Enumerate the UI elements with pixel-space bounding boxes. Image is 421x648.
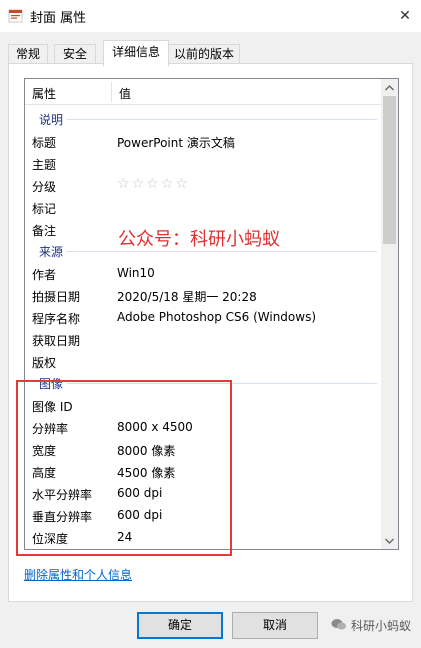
scrollbar-thumb[interactable] bbox=[383, 96, 396, 244]
watermark-text: 公众号：科研小蚂蚁 bbox=[118, 229, 280, 250]
vertical-scrollbar[interactable] bbox=[381, 79, 398, 549]
group-divider bbox=[67, 251, 377, 252]
property-name: 分辨率 bbox=[32, 422, 69, 436]
list-item[interactable]: 获取日期 bbox=[25, 328, 381, 350]
property-name: 标题 bbox=[32, 136, 57, 150]
property-value: 2020/5/18 星期一 20:28 bbox=[117, 290, 257, 304]
list-header: 属性 值 bbox=[25, 79, 381, 105]
header-property[interactable]: 属性 bbox=[32, 85, 56, 102]
property-name: 垂直分辨率 bbox=[32, 510, 93, 524]
list-item[interactable]: 程序名称 Adobe Photoshop CS6 (Windows) bbox=[25, 306, 381, 328]
tab-previous-versions[interactable]: 以前的版本 bbox=[168, 44, 240, 65]
properties-list[interactable]: 属性 值 说明 标题 PowerPoint 演示文稿 主题 分级 ☆☆☆☆☆ 标记 … bbox=[24, 78, 399, 550]
list-item[interactable]: 垂直分辨率 600 dpi bbox=[25, 504, 381, 526]
property-name: 拍摄日期 bbox=[32, 290, 81, 304]
header-value[interactable]: 值 bbox=[119, 85, 131, 102]
cancel-button[interactable]: 取消 bbox=[232, 612, 318, 639]
property-value: Adobe Photoshop CS6 (Windows) bbox=[117, 310, 317, 324]
title-bar: 封面 属性 ✕ bbox=[0, 0, 421, 32]
property-value: PowerPoint 演示文稿 bbox=[117, 136, 235, 150]
property-name: 备注 bbox=[32, 224, 57, 238]
list-item[interactable]: 分级 ☆☆☆☆☆ bbox=[25, 174, 381, 196]
property-name: 分级 bbox=[32, 180, 57, 194]
group-image: 图像 bbox=[25, 372, 381, 394]
list-item[interactable]: 作者 Win10 bbox=[25, 262, 381, 284]
list-item[interactable]: 水平分辨率 600 dpi bbox=[25, 482, 381, 504]
property-name: 获取日期 bbox=[32, 334, 81, 348]
list-item[interactable]: 图像 ID bbox=[25, 394, 381, 416]
group-divider bbox=[67, 383, 377, 384]
list-item[interactable]: 高度 4500 像素 bbox=[25, 460, 381, 482]
list-item[interactable]: 版权 bbox=[25, 350, 381, 372]
list-item[interactable]: 宽度 8000 像素 bbox=[25, 438, 381, 460]
property-name: 高度 bbox=[32, 466, 57, 480]
property-name: 版权 bbox=[32, 356, 57, 370]
header-separator[interactable] bbox=[111, 82, 112, 102]
group-description: 说明 bbox=[25, 108, 381, 130]
group-title: 图像 bbox=[39, 377, 64, 391]
remove-properties-link[interactable]: 删除属性和个人信息 bbox=[24, 566, 132, 583]
wechat-watermark: 科研小蚂蚁 bbox=[331, 617, 411, 634]
list-item[interactable]: 标题 PowerPoint 演示文稿 bbox=[25, 130, 381, 152]
wechat-icon bbox=[331, 618, 347, 634]
property-value: 600 dpi bbox=[117, 508, 163, 522]
property-value: 24 bbox=[117, 530, 133, 544]
property-name: 水平分辨率 bbox=[32, 488, 93, 502]
tab-details[interactable]: 详细信息 bbox=[103, 40, 169, 66]
list-item[interactable]: 标记 bbox=[25, 196, 381, 218]
list-item[interactable]: 位深度 24 bbox=[25, 526, 381, 548]
group-divider bbox=[67, 119, 377, 120]
scroll-up-icon[interactable] bbox=[381, 79, 398, 96]
close-icon: ✕ bbox=[399, 8, 411, 24]
property-name: 宽度 bbox=[32, 444, 57, 458]
property-name: 位深度 bbox=[32, 532, 69, 546]
property-value: 8000 像素 bbox=[117, 444, 176, 458]
property-name: 标记 bbox=[32, 202, 57, 216]
details-panel: 属性 值 说明 标题 PowerPoint 演示文稿 主题 分级 ☆☆☆☆☆ 标记 … bbox=[8, 63, 413, 602]
tab-security[interactable]: 安全 bbox=[54, 44, 96, 65]
close-button[interactable]: ✕ bbox=[389, 0, 421, 32]
property-value: 8000 x 4500 bbox=[117, 420, 193, 434]
property-name: 程序名称 bbox=[32, 312, 81, 326]
property-name: 作者 bbox=[32, 268, 57, 282]
tab-general[interactable]: 常规 bbox=[8, 44, 48, 65]
ok-button[interactable]: 确定 bbox=[137, 612, 223, 639]
property-value: Win10 bbox=[117, 266, 155, 280]
wechat-label: 科研小蚂蚁 bbox=[351, 619, 412, 633]
ppt-file-icon bbox=[8, 8, 24, 24]
property-value: 4500 像素 bbox=[117, 466, 176, 480]
property-name: 图像 ID bbox=[32, 400, 73, 414]
group-title: 说明 bbox=[39, 113, 64, 127]
list-item[interactable]: 拍摄日期 2020/5/18 星期一 20:28 bbox=[25, 284, 381, 306]
group-title: 来源 bbox=[39, 245, 64, 259]
rating-stars[interactable]: ☆☆☆☆☆ bbox=[117, 176, 190, 192]
scroll-down-icon[interactable] bbox=[381, 532, 398, 549]
property-value: 600 dpi bbox=[117, 486, 163, 500]
list-item[interactable]: 主题 bbox=[25, 152, 381, 174]
property-name: 主题 bbox=[32, 158, 57, 172]
window-title: 封面 属性 bbox=[30, 11, 87, 26]
list-item[interactable]: 分辨率 8000 x 4500 bbox=[25, 416, 381, 438]
